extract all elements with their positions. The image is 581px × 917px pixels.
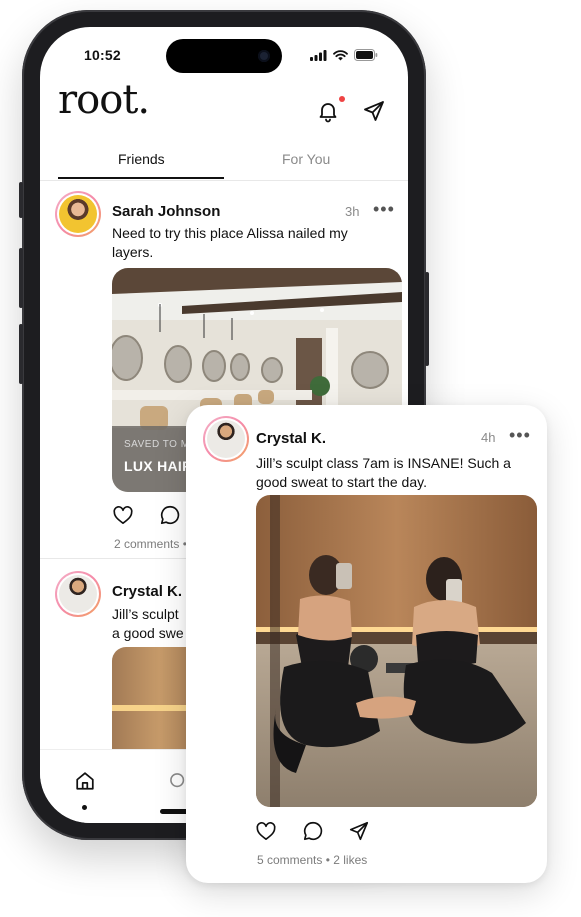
- share-icon[interactable]: [348, 820, 370, 842]
- battery-icon: [354, 49, 378, 61]
- wifi-icon: [333, 49, 348, 60]
- post-text-line2: a good swe: [112, 625, 184, 641]
- place-name[interactable]: LUX HAIR: [124, 458, 193, 474]
- volume-up-button: [19, 248, 23, 308]
- volume-down-button: [19, 324, 23, 384]
- action-button: [19, 182, 23, 218]
- post-meta[interactable]: 2 comments •: [114, 537, 187, 551]
- tab-for-you[interactable]: For You: [282, 151, 330, 167]
- post-author-name[interactable]: Sarah Johnson: [112, 203, 220, 220]
- tab-friends[interactable]: Friends: [118, 151, 165, 167]
- post-text: Jill’s sculpt class 7am is INSANE! Such …: [256, 455, 511, 490]
- feed-tabs: Friends For You: [58, 151, 390, 181]
- heart-icon[interactable]: [112, 505, 134, 525]
- active-tab-dot: [82, 805, 87, 810]
- post-text-line1: Jill’s sculpt: [112, 606, 179, 622]
- post-image[interactable]: [256, 495, 537, 807]
- avatar[interactable]: [55, 571, 101, 617]
- more-options-icon[interactable]: •••: [509, 425, 531, 446]
- more-options-icon[interactable]: •••: [373, 199, 395, 220]
- status-time: 10:52: [84, 47, 121, 63]
- comment-icon[interactable]: [302, 820, 324, 842]
- power-button: [425, 272, 429, 366]
- post-timestamp: 4h: [481, 430, 496, 445]
- gym-selfie-photo: [256, 495, 537, 807]
- search-icon[interactable]: [168, 771, 188, 791]
- signal-icon: [310, 49, 327, 61]
- saved-label: SAVED TO M: [124, 439, 190, 450]
- post-timestamp: 3h: [345, 204, 360, 219]
- post-text: Need to try this place Alissa nailed my …: [112, 225, 348, 260]
- post-meta[interactable]: 5 comments • 2 likes: [257, 853, 367, 867]
- status-icons: [310, 49, 378, 61]
- send-icon[interactable]: [362, 99, 386, 123]
- notification-dot: [339, 96, 345, 102]
- avatar[interactable]: [55, 191, 101, 237]
- avatar[interactable]: [203, 416, 249, 462]
- post-author-name[interactable]: Crystal K.: [256, 430, 326, 447]
- tabs-divider: [40, 180, 408, 181]
- post-author-name[interactable]: Crystal K.: [112, 583, 182, 600]
- heart-icon[interactable]: [255, 821, 277, 841]
- dynamic-island: [166, 39, 282, 73]
- tab-active-indicator: [58, 177, 224, 179]
- featured-post-card[interactable]: Crystal K. 4h ••• Jill’s sculpt class 7a…: [186, 405, 547, 883]
- app-logo: root.: [58, 77, 150, 123]
- comment-icon[interactable]: [159, 504, 181, 526]
- home-icon[interactable]: [74, 770, 96, 792]
- bell-icon[interactable]: [316, 99, 340, 123]
